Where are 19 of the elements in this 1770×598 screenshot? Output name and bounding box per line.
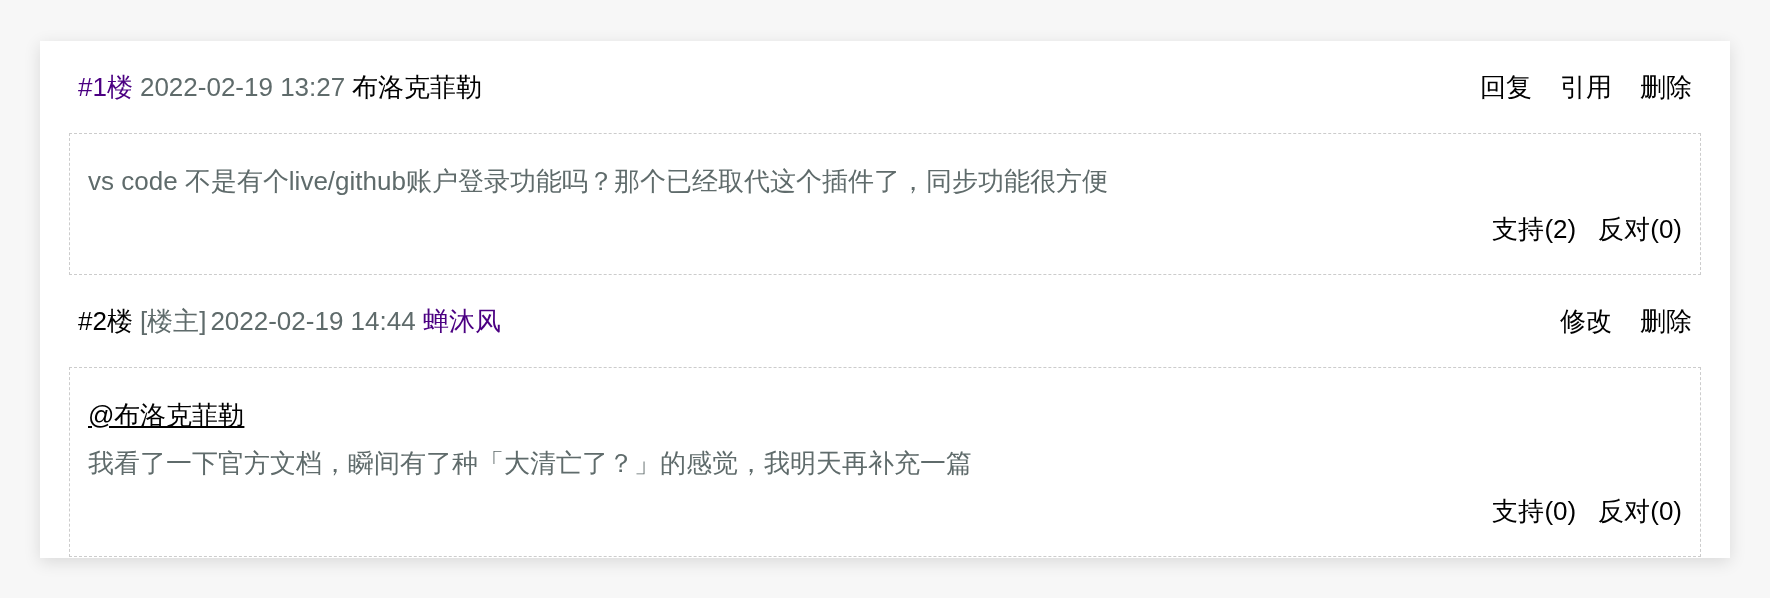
floor-number[interactable]: #1楼	[78, 72, 133, 102]
action-link[interactable]: 回复	[1480, 72, 1532, 102]
action-link[interactable]: 引用	[1560, 72, 1612, 102]
vote-link[interactable]: 支持(0)	[1492, 496, 1577, 526]
comment-text: 我看了一下官方文档，瞬间有了种「大清亡了？」的感觉，我明天再补充一篇	[88, 448, 973, 478]
action-link[interactable]: 删除	[1640, 306, 1692, 336]
owner-tag: [楼主]	[139, 306, 207, 336]
vote-link[interactable]: 反对(0)	[1598, 214, 1682, 244]
floor-number[interactable]: #2楼	[78, 306, 133, 336]
mention-link[interactable]: @布洛克菲勒	[88, 400, 245, 430]
action-link[interactable]: 删除	[1640, 72, 1692, 102]
post-date: 2022-02-19 14:44	[210, 306, 416, 336]
action-link[interactable]: 修改	[1560, 306, 1612, 336]
author-name[interactable]: 布洛克菲勒	[352, 72, 483, 102]
vote-link[interactable]: 反对(0)	[1598, 496, 1682, 526]
author-name[interactable]: 蝉沐风	[422, 306, 501, 336]
comment-text: vs code 不是有个live/github账户登录功能吗？那个已经取代这个插件了，同步功能很方便	[88, 166, 1109, 196]
post-date: 2022-02-19 13:27	[139, 72, 346, 102]
vote-link[interactable]: 支持(2)	[1492, 214, 1577, 244]
